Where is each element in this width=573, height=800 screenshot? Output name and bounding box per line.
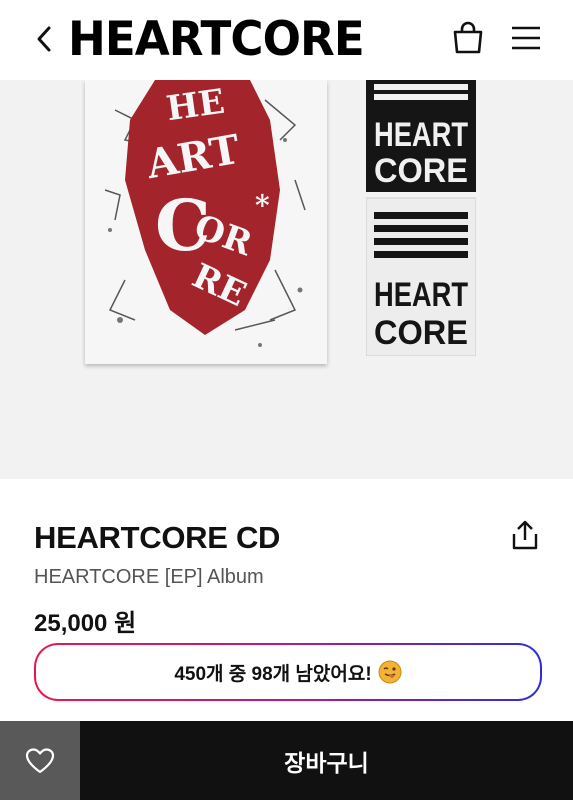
photo-cards-art: HEART CORE HEART CORE bbox=[365, 80, 477, 357]
svg-text:*: * bbox=[255, 189, 270, 222]
back-button[interactable] bbox=[32, 24, 56, 54]
svg-text:HEARTCORE: HEARTCORE bbox=[68, 14, 364, 60]
stock-remaining-inner: 450개 중 98개 남았어요! bbox=[36, 645, 540, 699]
chevron-left-icon bbox=[37, 26, 51, 52]
tongue-out-emoji-icon bbox=[378, 660, 402, 684]
product-price: 25,000 원 bbox=[34, 610, 137, 637]
svg-text:HEART: HEART bbox=[374, 116, 468, 154]
heart-outline-icon bbox=[25, 747, 55, 773]
product-subtitle: HEARTCORE [EP] Album bbox=[34, 566, 264, 588]
menu-button[interactable] bbox=[508, 20, 544, 56]
like-button[interactable] bbox=[0, 721, 80, 800]
photo-cards: HEART CORE HEART CORE bbox=[365, 80, 477, 357]
shopping-bag-icon bbox=[453, 21, 483, 54]
album-book-cover: HE ART C OR RE * bbox=[85, 80, 327, 364]
album-cover-art: HE ART C OR RE * bbox=[85, 80, 327, 364]
svg-text:CORE: CORE bbox=[374, 152, 468, 190]
brand-logo[interactable]: HEARTCORE bbox=[68, 14, 366, 60]
hamburger-menu-icon bbox=[512, 26, 540, 50]
share-icon bbox=[512, 520, 538, 550]
stock-remaining-banner: 450개 중 98개 남았어요! bbox=[34, 643, 542, 701]
stock-remaining-text: 450개 중 98개 남았어요! bbox=[174, 663, 372, 685]
svg-text:HE: HE bbox=[164, 82, 227, 130]
cart-bag-button[interactable] bbox=[450, 20, 486, 56]
product-image[interactable]: HE ART C OR RE * HEART CORE HEART CORE bbox=[0, 80, 573, 479]
svg-text:CORE: CORE bbox=[374, 314, 468, 352]
share-button[interactable] bbox=[508, 518, 542, 552]
heartcore-logo-icon: HEARTCORE bbox=[68, 14, 365, 60]
product-title: HEARTCORE CD bbox=[34, 520, 281, 555]
add-to-cart-button[interactable]: 장바구니 bbox=[80, 721, 573, 800]
header: HEARTCORE bbox=[0, 0, 573, 80]
svg-text:HEART: HEART bbox=[374, 276, 468, 314]
